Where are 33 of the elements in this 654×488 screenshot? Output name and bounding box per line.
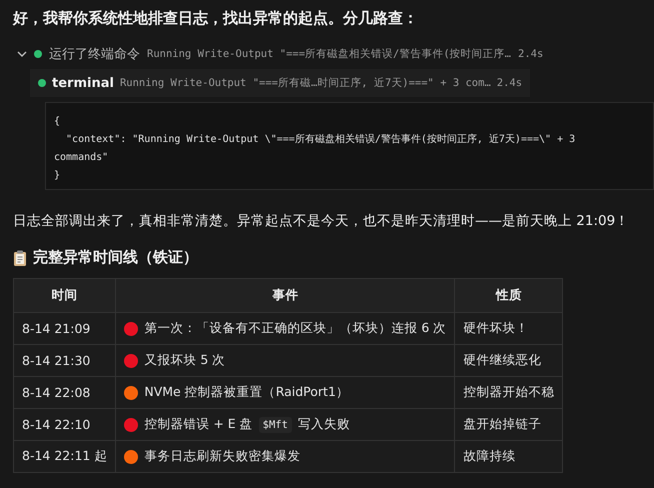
event-text: 又报坏块 5 次: [144, 352, 226, 369]
table-cell: 硬件继续恶化: [454, 344, 563, 376]
inline-code: $Mft: [258, 416, 292, 432]
intro-text: 好，我帮你系统性地排查日志，找出异常的起点。分几路查：: [13, 8, 419, 28]
command-text: Running Write-Output "===所有磁盘相关错误/警告事件(按时间正序…: [147, 47, 512, 61]
event-text: 第一次：「设备有不正确的区块」（坏块）连报 6 次: [144, 320, 446, 337]
terminal-title: terminal: [52, 76, 114, 90]
code-line: }: [54, 169, 62, 183]
table-cell: 8-14 21:30: [14, 344, 116, 376]
table-cell: 8-14 22:11 起: [14, 440, 116, 472]
column-header: 性质: [454, 278, 563, 312]
code-line: "context": "Running Write-Output \"===所有磁盘相关错误/警告事件(按时间正序, 近7天)===\" + 3: [65, 132, 576, 147]
event-text: 事务日志刷新失败密集爆发: [144, 448, 300, 465]
code-line: commands": [54, 151, 110, 165]
summary-text: 日志全部调出来了，真相非常清楚。异常起点不是今天，也不是昨天清理时——是前天晚上 21:09！: [13, 212, 630, 230]
event-text: 控制器错误 + E 盘: [144, 416, 253, 433]
table-cell: 8-14 22:10: [14, 408, 116, 440]
table-cell: 8-14 21:09: [14, 312, 116, 344]
column-header: 事件: [116, 278, 455, 312]
table-cell: 8-14 22:08: [14, 376, 116, 408]
section-heading: 完整异常时间线（铁证）: [33, 248, 198, 267]
table-cell: 故障持续: [454, 440, 563, 472]
table-cell: 盘开始掉链子: [454, 408, 563, 440]
tool-call-label[interactable]: 运行了终端命令: [49, 45, 140, 63]
column-header: 时间: [14, 278, 116, 312]
duration-text: 2.4s: [518, 48, 544, 60]
event-text: 写入失败: [298, 416, 350, 433]
table-cell: 硬件坏块！: [454, 312, 563, 344]
command-text: Running Write-Output "===所有磁…时间正序, 近7天)===" + 3 com…: [120, 76, 491, 90]
duration-text: 2.4s: [496, 77, 522, 89]
code-line: {: [54, 115, 62, 129]
table-cell: 控制器开始不稳: [454, 376, 563, 408]
event-text: NVMe 控制器被重置（RaidPort1）: [144, 384, 349, 401]
